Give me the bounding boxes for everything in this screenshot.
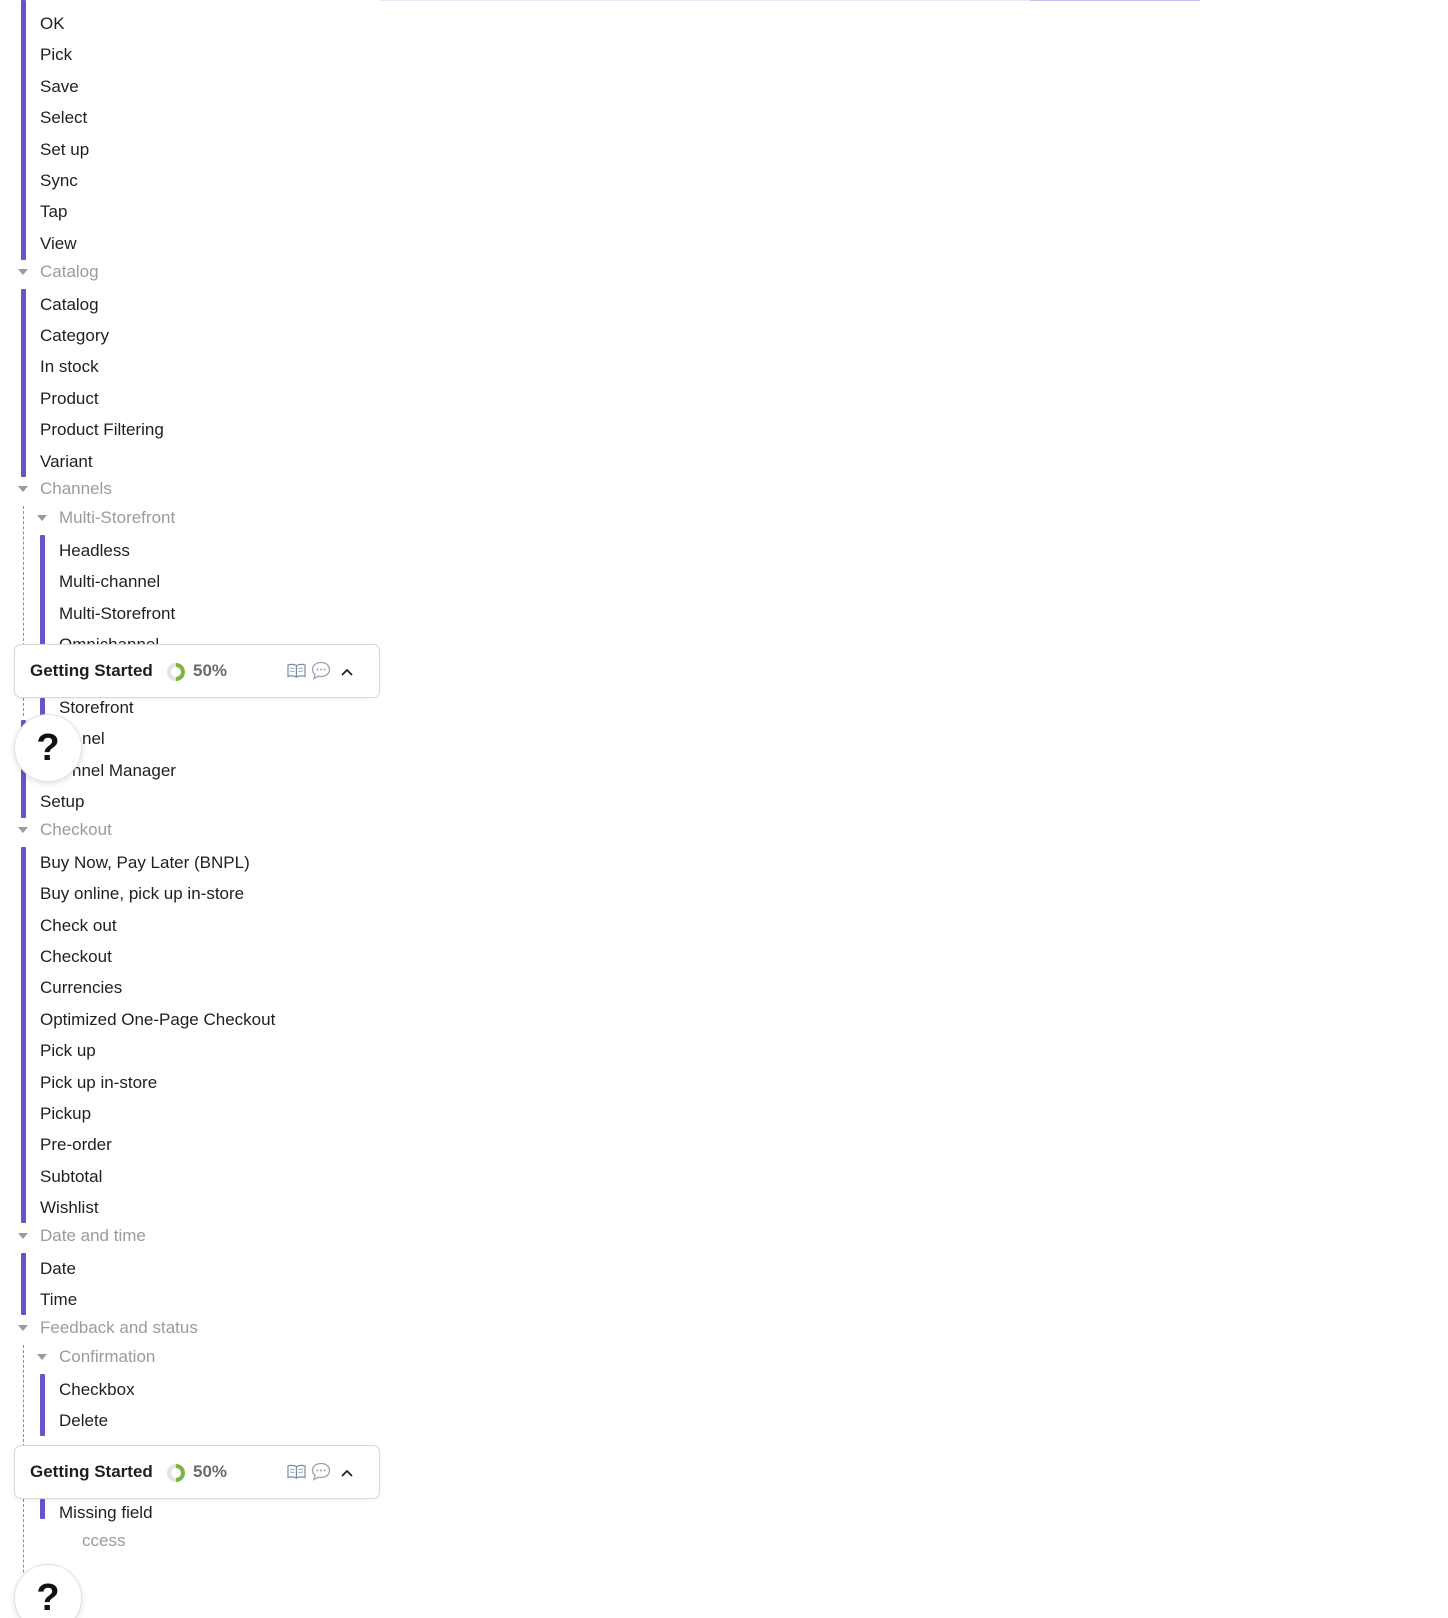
tree-item-variant[interactable]: Variant (40, 451, 93, 473)
help-button[interactable]: ? (14, 1564, 82, 1618)
tree-item-checkbox[interactable]: Checkbox (59, 1379, 135, 1401)
tree-item-tap[interactable]: Tap (40, 201, 67, 223)
caret-down-icon (37, 1354, 47, 1360)
tree-item-select[interactable]: Select (40, 107, 87, 129)
tree-guide-line (23, 506, 24, 646)
caret-down-icon (18, 827, 28, 833)
tree-item-bopis[interactable]: Buy online, pick up in-store (40, 883, 244, 905)
getting-started-widget[interactable]: Getting Started 50% (14, 1445, 380, 1499)
progress-ring-icon (167, 663, 185, 681)
tree-item-view[interactable]: View (40, 233, 77, 255)
group-indicator-bar (21, 1253, 26, 1315)
group-title: Date and time (40, 1226, 146, 1245)
tree-item-currencies[interactable]: Currencies (40, 977, 122, 999)
caret-down-icon (18, 1325, 28, 1331)
chevron-up-icon[interactable] (337, 662, 357, 682)
tree-item-check-out[interactable]: Check out (40, 915, 117, 937)
book-icon[interactable] (287, 1464, 306, 1479)
group-indicator-bar (21, 0, 26, 260)
chat-icon[interactable] (311, 1462, 331, 1481)
tree-item-pick[interactable]: Pick (40, 44, 72, 66)
group-indicator-bar (21, 289, 26, 477)
group-indicator-bar (40, 1374, 45, 1436)
tree-item-pre-order[interactable]: Pre-order (40, 1134, 112, 1156)
help-question-icon: ? (36, 1577, 60, 1618)
tree-item-multi-channel[interactable]: Multi-channel (59, 571, 160, 593)
tree-item-time[interactable]: Time (40, 1289, 77, 1311)
group-header-feedback-and-status[interactable]: Feedback and status (18, 1317, 278, 1339)
tree-guide-line (23, 1345, 24, 1447)
tree-item-date[interactable]: Date (40, 1258, 76, 1280)
group-title: Checkout (40, 820, 112, 839)
tree-item-delete[interactable]: Delete (59, 1410, 108, 1432)
caret-down-icon (18, 486, 28, 492)
tree-guide-line (23, 698, 24, 716)
help-button[interactable]: ? (14, 714, 82, 782)
group-indicator-bar (40, 1499, 45, 1519)
tree-item-channel-manager[interactable]: nnel Manager (72, 760, 176, 782)
group-title: Feedback and status (40, 1318, 198, 1337)
tree-item-save[interactable]: Save (40, 76, 79, 98)
tree-item-pick-up[interactable]: Pick up (40, 1040, 96, 1062)
tree-item-ok[interactable]: OK (40, 13, 65, 35)
progress-ring-icon (167, 1464, 185, 1482)
chevron-up-icon[interactable] (337, 1463, 357, 1483)
group-header-catalog[interactable]: Catalog (18, 261, 218, 283)
tree-item-sync[interactable]: Sync (40, 170, 78, 192)
group-header-multi-storefront[interactable]: Multi-Storefront (37, 507, 237, 529)
widget-title: Getting Started (30, 661, 153, 680)
tree-item-one-page-checkout[interactable]: Optimized One-Page Checkout (40, 1009, 275, 1031)
tree-item-pick-up-in-store[interactable]: Pick up in-store (40, 1072, 157, 1094)
tree-item-product-filtering[interactable]: Product Filtering (40, 419, 164, 441)
progress-percent: 50% (193, 1462, 228, 1481)
group-indicator-bar (21, 847, 26, 1223)
top-divider-accent (1030, 0, 1200, 1)
tree-item-set-up[interactable]: Set up (40, 139, 89, 161)
help-question-icon: ? (36, 727, 60, 769)
tree-item-product[interactable]: Product (40, 388, 99, 410)
group-title: Confirmation (59, 1347, 156, 1366)
group-header-confirmation[interactable]: Confirmation (37, 1346, 237, 1368)
group-header-checkout[interactable]: Checkout (18, 819, 218, 841)
widget-title: Getting Started (30, 1462, 153, 1481)
getting-started-widget[interactable]: Getting Started 50% (14, 644, 380, 698)
tree-item-subtotal[interactable]: Subtotal (40, 1166, 102, 1188)
book-icon[interactable] (287, 663, 306, 678)
group-title: Channels (40, 479, 112, 498)
group-header-success[interactable]: ccess (82, 1530, 125, 1552)
caret-down-icon (18, 1233, 28, 1239)
tree-item-checkout[interactable]: Checkout (40, 946, 112, 968)
tree-item-multi-storefront[interactable]: Multi-Storefront (59, 603, 175, 625)
tree-item-pickup[interactable]: Pickup (40, 1103, 91, 1125)
tree-item-wishlist[interactable]: Wishlist (40, 1197, 99, 1219)
progress-percent: 50% (193, 661, 228, 680)
tree-item-missing-field[interactable]: Missing field (59, 1502, 153, 1524)
caret-down-icon (18, 269, 28, 275)
tree-item-headless[interactable]: Headless (59, 540, 130, 562)
group-header-date-and-time[interactable]: Date and time (18, 1225, 218, 1247)
tree-item-setup[interactable]: Setup (40, 791, 84, 813)
tree-item-in-stock[interactable]: In stock (40, 356, 99, 378)
tree-item-channel[interactable]: nel (82, 728, 105, 750)
group-header-channels[interactable]: Channels (18, 478, 218, 500)
caret-down-icon (37, 515, 47, 521)
group-indicator-bar (40, 535, 45, 647)
tree-item-category[interactable]: Category (40, 325, 109, 347)
group-title: Multi-Storefront (59, 508, 176, 527)
chat-icon[interactable] (311, 661, 331, 680)
tree-item-bnpl[interactable]: Buy Now, Pay Later (BNPL) (40, 852, 250, 874)
tree-item-catalog[interactable]: Catalog (40, 294, 99, 316)
group-title: Catalog (40, 262, 99, 281)
